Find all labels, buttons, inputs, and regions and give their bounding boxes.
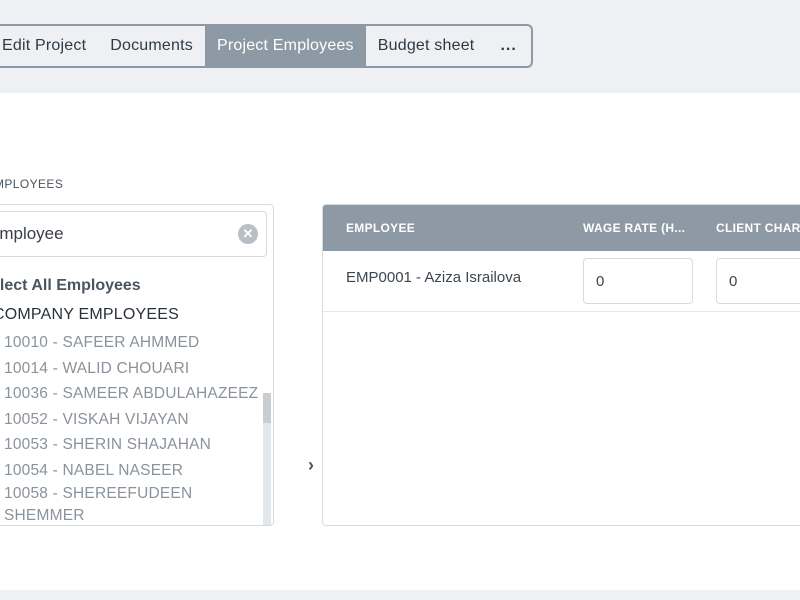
list-item[interactable]: 10010 - SAFEER AHMMED <box>4 330 266 356</box>
selected-employees-table: EMPLOYEE WAGE RATE (H... CLIENT CHAR EMP… <box>322 204 800 526</box>
list-item[interactable]: 10036 - SAMEER ABDULAHAZEEZ <box>4 381 266 407</box>
search-box: ✕ <box>0 211 267 257</box>
more-tabs-icon[interactable]: ... <box>486 26 530 66</box>
wage-rate-input[interactable] <box>583 258 693 304</box>
tab-budget-sheet[interactable]: Budget sheet <box>366 26 487 66</box>
list-item[interactable]: 10058 - SHEREEFUDEEN SHEMMER <box>4 483 266 525</box>
content-panel: MPLOYEES ✕ elect All Employees COMPANY E… <box>0 93 800 590</box>
list-item[interactable]: 10052 - VISKAH VIJAYAN <box>4 407 266 433</box>
employee-picker: ✕ elect All Employees COMPANY EMPLOYEES … <box>0 204 274 526</box>
employee-search-input[interactable] <box>0 212 226 256</box>
group-company-employees[interactable]: COMPANY EMPLOYEES <box>0 306 179 324</box>
scroll-thumb[interactable] <box>263 393 271 423</box>
list-scrollbar[interactable] <box>263 393 271 525</box>
tab-documents[interactable]: Documents <box>98 26 205 66</box>
list-item[interactable]: 10014 - WALID CHOUARI <box>4 356 266 382</box>
tab-project-employees[interactable]: Project Employees <box>204 26 366 66</box>
client-charge-input[interactable] <box>716 258 800 304</box>
table-header: EMPLOYEE WAGE RATE (H... CLIENT CHAR <box>323 205 800 251</box>
list-item[interactable]: 10054 - NABEL NASEER <box>4 458 266 484</box>
employee-cell: EMP0001 - Aziza Israilova <box>346 269 522 286</box>
employee-list: 10010 - SAFEER AHMMED 10014 - WALID CHOU… <box>4 330 266 525</box>
clear-search-icon[interactable]: ✕ <box>238 224 258 244</box>
select-all-employees[interactable]: elect All Employees <box>0 277 141 295</box>
column-wage-rate: WAGE RATE (H... <box>583 221 686 235</box>
section-label: MPLOYEES <box>0 177 64 191</box>
project-tabs: Edit Project Documents Project Employees… <box>0 24 533 68</box>
table-row: EMP0001 - Aziza Israilova <box>323 251 800 312</box>
tab-edit-project[interactable]: Edit Project <box>0 26 98 66</box>
column-client-charge: CLIENT CHAR <box>716 221 800 235</box>
list-item[interactable]: 10053 - SHERIN SHAJAHAN <box>4 432 266 458</box>
column-employee: EMPLOYEE <box>346 221 416 235</box>
chevron-right-icon[interactable]: › <box>300 453 322 477</box>
